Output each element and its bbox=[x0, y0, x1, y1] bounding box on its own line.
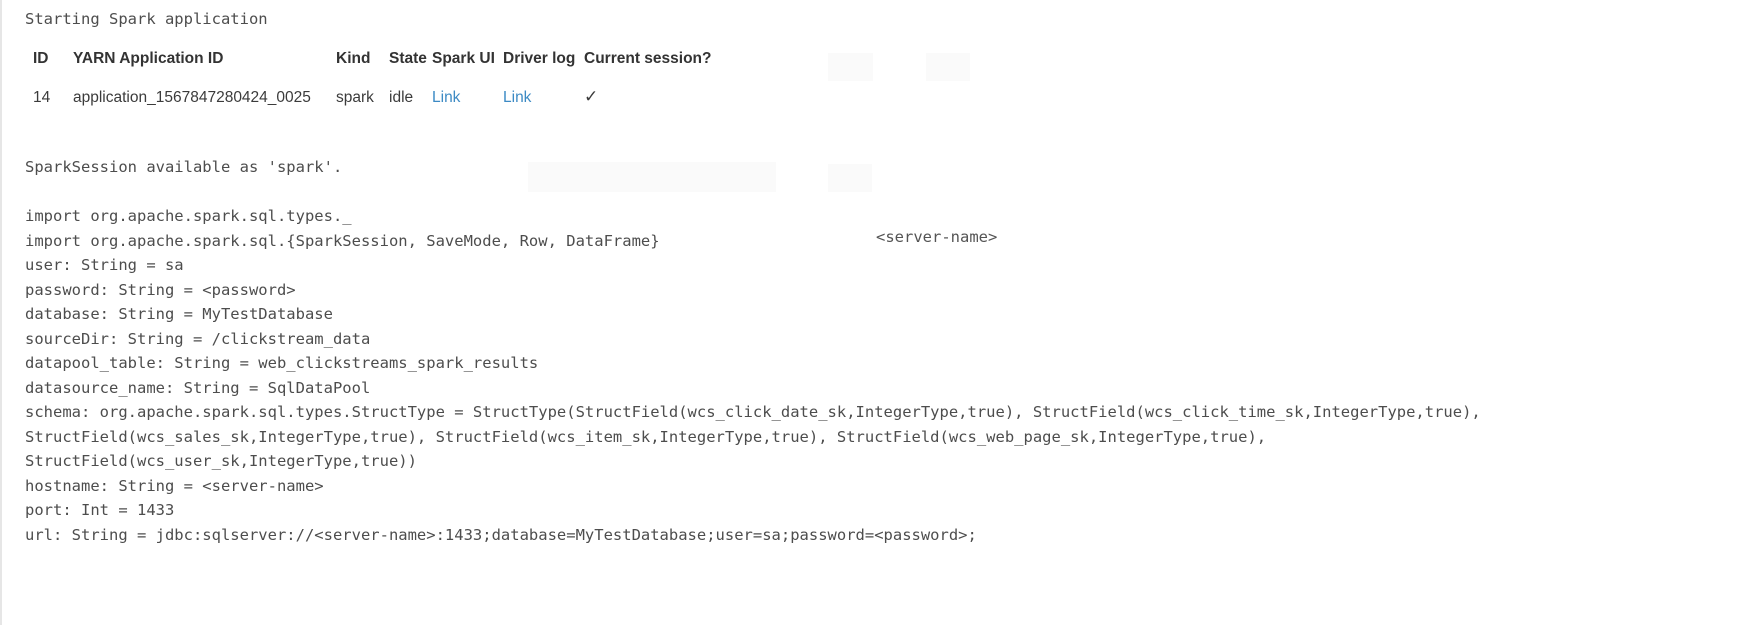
output-line-url: url: String = jdbc:sqlserver://<server-n… bbox=[25, 525, 977, 544]
notebook-cell-output: Starting Spark application ID YARN Appli… bbox=[0, 0, 1741, 625]
output-line-datapool-table: datapool_table: String = web_clickstream… bbox=[25, 354, 539, 372]
server-name-overlay-text: <server-name> bbox=[876, 228, 998, 246]
livy-session-table: ID YARN Application ID Kind State Spark … bbox=[25, 50, 734, 107]
output-line-schema-1: schema: org.apache.spark.sql.types.Struc… bbox=[25, 403, 1481, 421]
output-line-port: port: Int = 1433 bbox=[25, 501, 175, 519]
output-line-hostname: hostname: String = <server-name> bbox=[25, 476, 324, 495]
column-header-driver-log: Driver log bbox=[503, 50, 576, 67]
column-header-kind: Kind bbox=[336, 50, 371, 67]
output-line-password: password: String = <password> bbox=[25, 280, 296, 299]
output-line-datasource-name: datasource_name: String = SqlDataPool bbox=[25, 378, 371, 397]
column-header-spark-ui: Spark UI bbox=[432, 50, 495, 67]
spark-ui-link[interactable]: Link bbox=[432, 89, 460, 106]
column-header-state: State bbox=[389, 50, 427, 67]
column-header-yarn-application-id: YARN Application ID bbox=[73, 50, 224, 67]
output-line-blank bbox=[25, 180, 1725, 205]
output-line-database: database: String = MyTestDatabase bbox=[25, 305, 333, 323]
column-header-id: ID bbox=[33, 50, 49, 67]
output-line-user: user: String = sa bbox=[25, 256, 184, 274]
cell-id: 14 bbox=[33, 88, 51, 106]
cell-driver-log: Link bbox=[503, 88, 584, 107]
output-line-import-types: import org.apache.spark.sql.types._ bbox=[25, 207, 352, 225]
output-line-schema-3: StructField(wcs_user_sk,IntegerType,true… bbox=[25, 452, 417, 470]
table-row: 14 application_1567847280424_0025 spark … bbox=[25, 88, 734, 107]
spark-output-screen: Starting Spark application ID YARN Appli… bbox=[0, 0, 1741, 625]
starting-spark-application-text: Starting Spark application bbox=[25, 10, 268, 28]
column-header-current-session: Current session? bbox=[584, 50, 712, 67]
driver-log-link[interactable]: Link bbox=[503, 89, 531, 106]
cell-current-session: ✓ bbox=[584, 88, 734, 107]
cell-yarn-application-id: application_1567847280424_0025 bbox=[73, 88, 311, 106]
output-line-spark-session: SparkSession available as 'spark'. bbox=[25, 158, 343, 176]
cell-kind: spark bbox=[336, 88, 374, 106]
table-header-row: ID YARN Application ID Kind State Spark … bbox=[25, 50, 734, 88]
cell-spark-ui: Link bbox=[432, 88, 503, 107]
output-line-import-sql: import org.apache.spark.sql.{SparkSessio… bbox=[25, 231, 660, 250]
output-line-source-dir: sourceDir: String = /clickstream_data bbox=[25, 329, 371, 348]
cell-state: idle bbox=[389, 88, 414, 106]
checkmark-icon: ✓ bbox=[584, 87, 599, 106]
console-output-block: SparkSession available as 'spark'. impor… bbox=[25, 155, 1725, 547]
output-line-schema-2: StructField(wcs_sales_sk,IntegerType,tru… bbox=[25, 427, 1267, 446]
